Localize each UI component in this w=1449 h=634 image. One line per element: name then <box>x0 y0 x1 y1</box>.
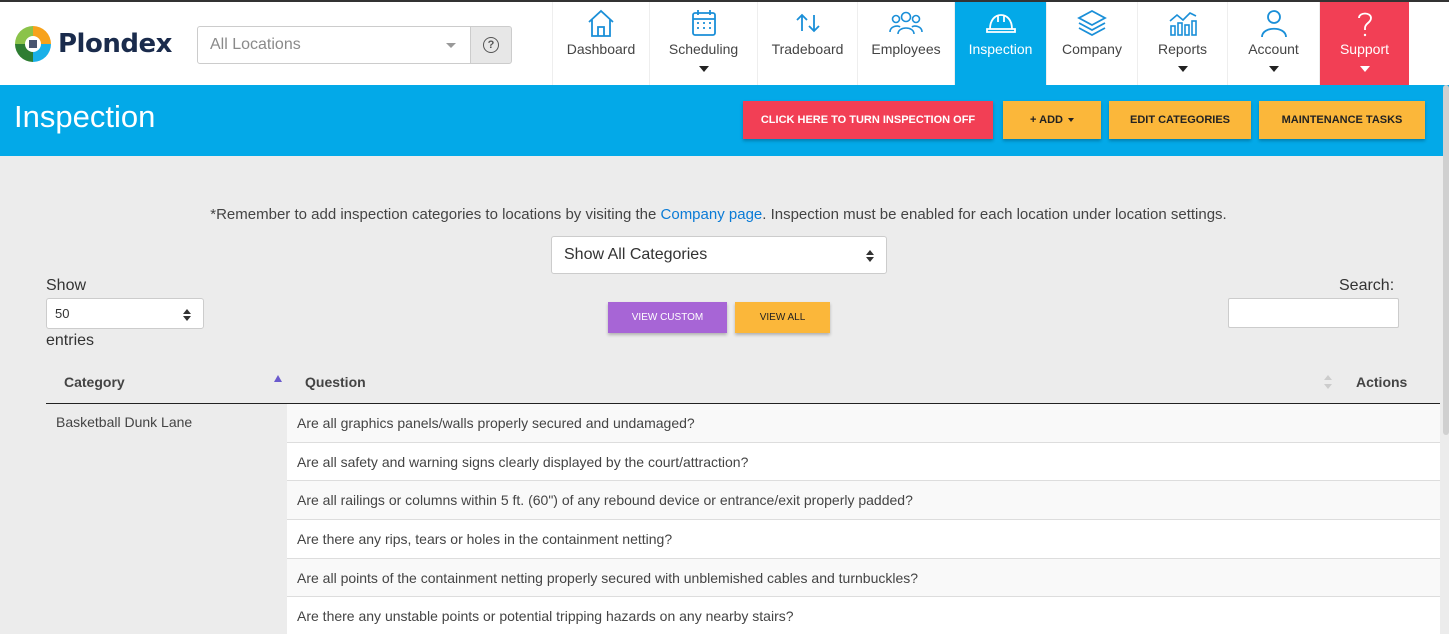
help-button[interactable]: ? <box>470 26 512 64</box>
nav-label: Company <box>1062 41 1122 57</box>
page-scrollbar[interactable] <box>1443 85 1449 435</box>
entries-value: 50 <box>55 306 70 321</box>
location-select[interactable]: All Locations <box>197 26 471 64</box>
select-arrows-icon <box>183 309 191 321</box>
edit-categories-button[interactable]: EDIT CATEGORIES <box>1109 101 1251 139</box>
nav-label: Scheduling <box>668 41 739 57</box>
category-filter-value: Show All Categories <box>564 246 708 263</box>
hard-hat-icon <box>985 14 1016 33</box>
nav-label: Inspection <box>968 41 1033 57</box>
nav-reports[interactable]: Reports <box>1137 2 1227 85</box>
nav-dashboard[interactable]: Dashboard <box>552 2 649 85</box>
nav-label: Reports <box>1157 41 1208 57</box>
caret-down-icon <box>698 66 709 72</box>
maintenance-tasks-button[interactable]: MAINTENANCE TASKS <box>1259 101 1425 139</box>
nav-employees[interactable]: Employees <box>857 2 954 85</box>
inspection-table: Category Question Actions Basketball Dun… <box>46 363 1440 634</box>
search-input[interactable] <box>1228 298 1399 328</box>
add-button[interactable]: + ADD <box>1003 101 1101 139</box>
category-filter-select[interactable]: Show All Categories <box>551 236 887 274</box>
category-cell: Basketball Dunk Lane <box>46 404 287 634</box>
caret-down-icon <box>1177 66 1188 72</box>
chevron-down-icon <box>446 43 456 48</box>
plondex-logo-icon <box>14 25 52 63</box>
nav-company[interactable]: Company <box>1046 2 1137 85</box>
layers-icon <box>1077 9 1107 37</box>
sort-ascending-icon <box>274 375 282 382</box>
nav-label: Support <box>1339 41 1390 57</box>
caret-down-icon <box>1359 66 1370 72</box>
question-icon <box>1357 12 1372 37</box>
top-navbar: Plondex All Locations ? Dashboard Schedu… <box>0 0 1449 85</box>
turn-inspection-off-button[interactable]: CLICK HERE TO TURN INSPECTION OFF <box>743 101 993 139</box>
brand-logo[interactable]: Plondex <box>12 22 172 66</box>
notice-text: *Remember to add inspection categories t… <box>210 206 661 223</box>
caret-down-icon <box>1268 66 1279 72</box>
table-header: Category Question Actions <box>46 363 1440 404</box>
company-page-notice: *Remember to add inspection categories t… <box>0 206 1437 223</box>
column-header-question[interactable]: Question <box>305 374 366 390</box>
search-label: Search: <box>1339 277 1395 294</box>
sort-icon <box>1324 375 1332 389</box>
caret-down-icon <box>1067 118 1074 122</box>
nav-label: Dashboard <box>566 41 636 57</box>
nav-account[interactable]: Account <box>1227 2 1319 85</box>
column-header-category[interactable]: Category <box>64 374 125 390</box>
table-row[interactable]: Are there any rips, tears or holes in th… <box>287 520 1440 559</box>
entries-label: entries <box>46 332 95 349</box>
chart-icon <box>1168 12 1197 36</box>
table-row[interactable]: Are all safety and warning signs clearly… <box>287 442 1440 482</box>
nav-support[interactable]: Support <box>1319 2 1409 85</box>
trade-arrows-icon <box>795 13 820 33</box>
view-custom-button[interactable]: VIEW CUSTOM <box>608 302 727 333</box>
entries-per-page-select[interactable]: 50 <box>46 298 204 329</box>
select-arrows-icon <box>866 250 874 262</box>
question-circle-icon: ? <box>483 37 499 53</box>
page-title: Inspection <box>14 99 156 134</box>
show-label: Show <box>46 277 87 294</box>
view-all-button[interactable]: VIEW ALL <box>735 302 830 333</box>
column-header-actions: Actions <box>1356 374 1408 390</box>
brand-name: Plondex <box>58 29 172 59</box>
user-icon <box>1260 10 1287 38</box>
company-page-link[interactable]: Company page <box>661 206 763 223</box>
home-icon <box>588 9 614 37</box>
table-row[interactable]: Are all points of the containment nettin… <box>287 558 1440 598</box>
table-row[interactable]: Are all railings or columns within 5 ft.… <box>287 481 1440 521</box>
category-name: Basketball Dunk Lane <box>56 414 193 430</box>
people-icon <box>889 11 923 35</box>
notice-text-end: . Inspection must be enabled for each lo… <box>762 206 1227 223</box>
nav-scheduling[interactable]: Scheduling <box>649 2 757 85</box>
table-row[interactable]: Are there any unstable points or potenti… <box>287 597 1440 634</box>
calendar-icon <box>691 10 716 36</box>
table-row[interactable]: Are all graphics panels/walls properly s… <box>287 404 1440 443</box>
nav-tradeboard[interactable]: Tradeboard <box>757 2 857 85</box>
nav-inspection[interactable]: Inspection <box>954 2 1046 85</box>
page-header: Inspection CLICK HERE TO TURN INSPECTION… <box>0 85 1449 156</box>
location-select-value: All Locations <box>210 36 301 53</box>
add-button-label: + ADD <box>1030 114 1063 126</box>
nav-label: Account <box>1248 41 1299 57</box>
question-rows: Are all graphics panels/walls properly s… <box>287 404 1440 634</box>
nav-label: Tradeboard <box>771 41 844 57</box>
nav-label: Employees <box>871 41 941 57</box>
